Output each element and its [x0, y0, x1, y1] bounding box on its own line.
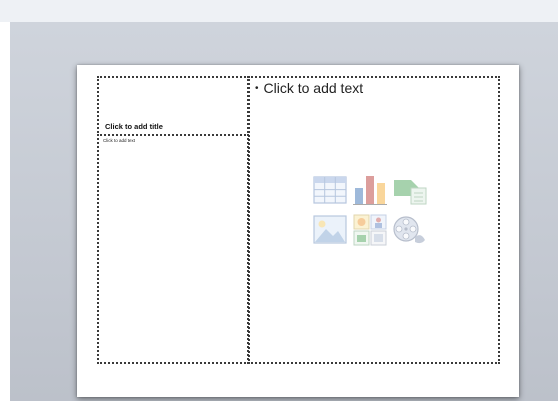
insert-picture-icon[interactable] — [311, 212, 349, 248]
insert-media-icon[interactable] — [391, 212, 429, 248]
text-placeholder-text: Click to add text — [103, 138, 136, 143]
bullet-icon: • — [255, 83, 259, 94]
content-placeholder-text: Click to add text — [263, 80, 364, 96]
title-placeholder[interactable]: Click to add title — [97, 76, 249, 136]
insert-table-icon[interactable] — [311, 172, 349, 208]
slide-canvas[interactable]: Click to add title Click to add text • Cl… — [77, 65, 519, 397]
content-placeholder[interactable]: • Click to add text — [248, 76, 500, 364]
text-placeholder[interactable]: Click to add text — [97, 134, 249, 364]
content-bullet-line: • Click to add text — [255, 80, 363, 96]
title-placeholder-text: Click to add title — [105, 122, 163, 131]
slide-editing-pane: Click to add title Click to add text • Cl… — [10, 22, 558, 401]
insert-smartart-icon[interactable] — [391, 172, 429, 208]
insert-content-icons — [311, 172, 429, 250]
insert-chart-icon[interactable] — [351, 172, 389, 208]
insert-clip-art-icon[interactable] — [351, 212, 389, 248]
